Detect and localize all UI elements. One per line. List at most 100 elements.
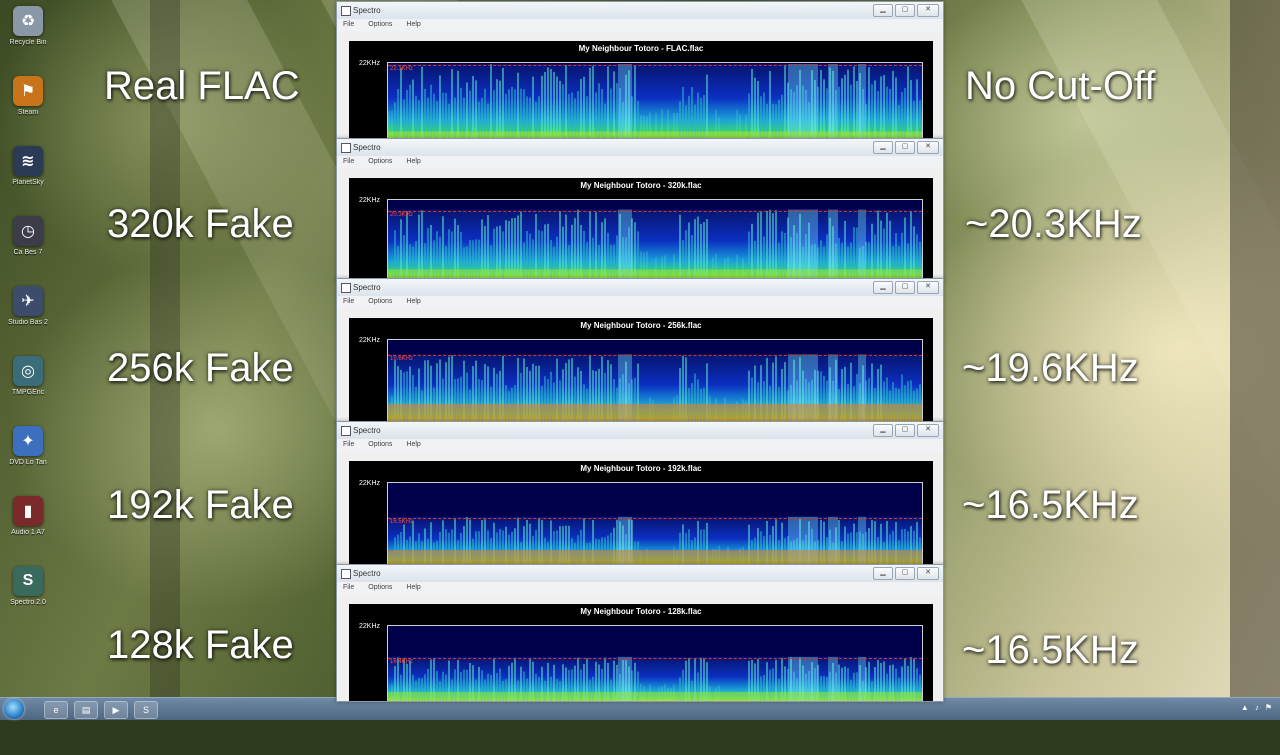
menu-options[interactable]: Options	[368, 439, 392, 451]
taskbar-ie-button[interactable]: e	[44, 701, 68, 719]
spectrum-streak	[895, 77, 897, 139]
menubar: File Options Help	[337, 296, 943, 308]
window-titlebar[interactable]: Spectro ▁ ▢ ✕	[337, 422, 943, 439]
spectrum-streak	[439, 75, 441, 139]
desktop-shortcut[interactable]: ▮ Audio 1 A7	[8, 496, 48, 558]
y-axis-label: 22KHz	[359, 60, 381, 67]
window-title: Spectro	[353, 569, 381, 578]
spectrogram-panel: My Neighbour Totoro - 192k.flac 22KHz 16…	[349, 461, 933, 565]
spectro-window: Spectro ▁ ▢ ✕ File Options Help My Neigh…	[336, 421, 944, 566]
menu-file[interactable]: File	[343, 439, 354, 451]
spectrum-streak	[769, 70, 771, 139]
spectrum-streak	[535, 213, 537, 279]
label-320k-fake: 320k Fake	[107, 202, 294, 246]
menu-help[interactable]: Help	[406, 156, 420, 168]
spectrum-streak	[577, 209, 579, 279]
label-128k-fake: 128k Fake	[107, 623, 294, 667]
spectrum-burst	[858, 64, 866, 139]
minimize-button[interactable]: ▁	[873, 567, 893, 580]
maximize-button[interactable]: ▢	[895, 4, 915, 17]
window-titlebar[interactable]: Spectro ▁ ▢ ✕	[337, 139, 943, 156]
spectrum-streak	[760, 210, 762, 279]
flag-icon[interactable]: ⚑	[1265, 703, 1272, 712]
maximize-button[interactable]: ▢	[895, 424, 915, 437]
menu-options[interactable]: Options	[368, 19, 392, 31]
close-button[interactable]: ✕	[917, 281, 939, 294]
taskbar-explorer-button[interactable]: ▤	[74, 701, 98, 719]
menu-options[interactable]: Options	[368, 582, 392, 594]
y-axis-label: 22KHz	[359, 623, 381, 630]
spectro-app-icon	[341, 569, 351, 579]
start-button[interactable]	[4, 699, 24, 719]
spectrum-streak	[475, 80, 477, 139]
spectrum-streak	[598, 83, 600, 139]
close-button[interactable]: ✕	[917, 141, 939, 154]
cutoff-line	[388, 657, 922, 659]
menu-file[interactable]: File	[343, 156, 354, 168]
desktop-shortcut[interactable]: ♻ Recycle Bin	[8, 6, 48, 68]
window-client: My Neighbour Totoro - 256k.flac 22KHz 19…	[337, 308, 943, 422]
maximize-button[interactable]: ▢	[895, 567, 915, 580]
system-tray: ▲ ♪ ⚑	[1241, 703, 1272, 712]
spectrum-streak	[853, 66, 855, 139]
spectrum-low-band	[388, 691, 922, 701]
maximize-button[interactable]: ▢	[895, 141, 915, 154]
spectrogram-title: My Neighbour Totoro - 256k.flac	[580, 321, 702, 330]
menu-help[interactable]: Help	[406, 582, 420, 594]
spectrum-streak	[565, 65, 567, 139]
taskbar-spectro-button[interactable]: S	[134, 701, 158, 719]
spectro-app-icon	[341, 6, 351, 16]
spectrum-streak	[559, 80, 561, 139]
label-cutoff-256k: ~19.6KHz	[962, 346, 1139, 390]
close-button[interactable]: ✕	[917, 567, 939, 580]
menu-file[interactable]: File	[343, 19, 354, 31]
spectrum-streak	[916, 79, 918, 139]
desktop-shortcut[interactable]: ◎ TMPGEnc	[8, 356, 48, 418]
spectrogram-plot: 19.6KHz	[387, 339, 923, 422]
spectrum-streak	[880, 76, 882, 139]
minimize-button[interactable]: ▁	[873, 4, 893, 17]
menu-file[interactable]: File	[343, 296, 354, 308]
close-button[interactable]: ✕	[917, 424, 939, 437]
volume-icon[interactable]: ♪	[1255, 703, 1259, 712]
desktop-shortcut[interactable]: ⚑ Steam	[8, 76, 48, 138]
taskbar-media-button[interactable]: ▶	[104, 701, 128, 719]
spectrum-streak	[616, 83, 618, 139]
spectrum-streak	[757, 80, 759, 139]
spectrum-burst	[828, 64, 838, 139]
window-titlebar[interactable]: Spectro ▁ ▢ ✕	[337, 2, 943, 19]
y-axis-label: 22KHz	[359, 480, 381, 487]
desktop-shortcut[interactable]: ✦ DVD Lo Tan	[8, 426, 48, 488]
desktop-shortcut[interactable]: ◷ Ca Bes 7	[8, 216, 48, 278]
cutoff-line	[388, 517, 922, 519]
menu-file[interactable]: File	[343, 582, 354, 594]
app-icon: ▮	[13, 496, 43, 526]
menu-help[interactable]: Help	[406, 296, 420, 308]
close-button[interactable]: ✕	[917, 4, 939, 17]
minimize-button[interactable]: ▁	[873, 141, 893, 154]
minimize-button[interactable]: ▁	[873, 281, 893, 294]
menu-options[interactable]: Options	[368, 296, 392, 308]
menu-options[interactable]: Options	[368, 156, 392, 168]
minimize-button[interactable]: ▁	[873, 424, 893, 437]
spectrum-streak	[871, 84, 873, 139]
desktop-shortcut-label: PlanetSky	[12, 179, 44, 186]
label-no-cutoff: No Cut-Off	[965, 64, 1156, 108]
spectrum-streak	[421, 66, 423, 139]
menu-help[interactable]: Help	[406, 19, 420, 31]
spectrum-streak	[679, 214, 681, 279]
spectrum-low-band	[388, 550, 922, 565]
spectrogram-title: My Neighbour Totoro - 128k.flac	[580, 607, 702, 616]
menu-help[interactable]: Help	[406, 439, 420, 451]
desktop-shortcut[interactable]: ✈ Studio Bas 2	[8, 286, 48, 348]
network-icon[interactable]: ▲	[1241, 703, 1249, 712]
desktop-shortcut[interactable]: ≋ PlanetSky	[8, 146, 48, 208]
desktop-shortcut-label: TMPGEnc	[11, 389, 45, 396]
maximize-button[interactable]: ▢	[895, 281, 915, 294]
window-titlebar[interactable]: Spectro ▁ ▢ ✕	[337, 565, 943, 582]
desktop-shortcut[interactable]: S Spectro 2.0	[8, 566, 48, 628]
window-titlebar[interactable]: Spectro ▁ ▢ ✕	[337, 279, 943, 296]
spectrogram-plot: 22.1KHz	[387, 62, 923, 139]
y-axis-label: 22KHz	[359, 337, 381, 344]
spectrum-streak	[418, 214, 420, 279]
